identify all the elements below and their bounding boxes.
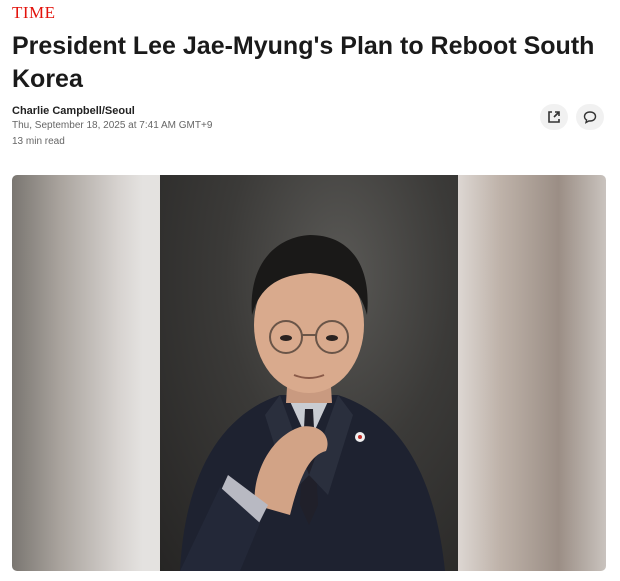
brand-logo[interactable]: TIME bbox=[12, 3, 56, 23]
portrait-photo bbox=[160, 175, 458, 571]
comment-icon bbox=[583, 111, 597, 124]
byline: Charlie Campbell/Seoul Thu, September 18… bbox=[12, 104, 212, 150]
comment-button[interactable] bbox=[576, 104, 604, 130]
author-name[interactable]: Charlie Campbell/Seoul bbox=[12, 104, 212, 118]
share-button[interactable] bbox=[540, 104, 568, 130]
publish-date: Thu, September 18, 2025 at 7:41 AM GMT+9 bbox=[12, 120, 213, 131]
hero-image bbox=[12, 175, 606, 571]
portrait-figure bbox=[180, 235, 445, 571]
read-time: 13 min read bbox=[12, 136, 65, 147]
article-actions bbox=[540, 104, 604, 130]
article-headline: President Lee Jae-Myung's Plan to Reboot… bbox=[12, 32, 595, 93]
share-icon bbox=[548, 111, 560, 123]
